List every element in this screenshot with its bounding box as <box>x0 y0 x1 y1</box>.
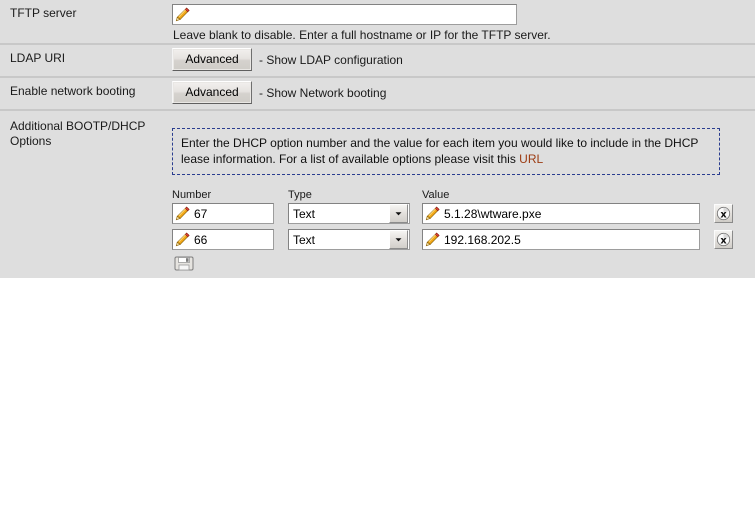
dhcp-info-text: Enter the DHCP option number and the val… <box>181 136 699 166</box>
pencil-icon <box>425 206 440 221</box>
dhcp-row-0-type-select[interactable]: Text <box>288 203 410 224</box>
dhcp-row-0-number-value: 67 <box>194 206 208 221</box>
network-booting-advanced-caption: - Show Network booting <box>259 85 387 100</box>
row-label-ldap-uri: LDAP URI <box>10 51 66 65</box>
ldap-advanced-caption: - Show LDAP configuration <box>259 52 403 67</box>
svg-text:x: x <box>720 235 727 246</box>
column-header-type: Type <box>288 189 312 201</box>
table-row: 67 Text 5.1.28\wtware.pxe x <box>172 203 755 224</box>
dhcp-row-0-action-cell: x <box>714 204 744 223</box>
delete-x-icon[interactable]: x <box>714 204 733 223</box>
dhcp-row-0-type-value: Text <box>293 206 316 221</box>
row-content-ldap-uri: Advanced - Show LDAP configuration <box>172 45 755 75</box>
tftp-server-input[interactable] <box>172 4 517 25</box>
network-booting-advanced-row: Advanced - Show Network booting <box>172 81 755 104</box>
dhcp-row-1-number-input[interactable]: 66 <box>172 229 274 250</box>
pencil-icon <box>425 232 440 247</box>
dhcp-row-0-number-input[interactable]: 67 <box>172 203 274 224</box>
chevron-down-icon[interactable] <box>389 204 408 223</box>
form-row-tftp-server: TFTP server Leave blank to disable. Ente… <box>0 0 755 45</box>
pencil-icon <box>175 232 190 247</box>
pencil-icon <box>175 7 190 22</box>
form-row-network-booting: Enable network booting Advanced - Show N… <box>0 78 755 111</box>
dhcp-options-grid-footer <box>172 255 755 272</box>
dhcp-row-0-value-cell: 5.1.28\wtware.pxe <box>422 203 700 224</box>
dhcp-row-0-value-input[interactable]: 5.1.28\wtware.pxe <box>422 203 700 224</box>
dhcp-row-0-number-cell: 67 <box>172 203 274 224</box>
row-label-dhcp-options: Additional BOOTP/DHCP Options <box>10 119 146 148</box>
form-row-dhcp-options: Additional BOOTP/DHCP Options Enter the … <box>0 111 755 276</box>
dhcp-row-1-type-select[interactable]: Text <box>288 229 410 250</box>
ldap-advanced-row: Advanced - Show LDAP configuration <box>172 48 755 71</box>
dhcp-row-1-value-input[interactable]: 192.168.202.5 <box>422 229 700 250</box>
dhcp-row-1-number-value: 66 <box>194 232 208 247</box>
row-content-tftp-server: Leave blank to disable. Enter a full hos… <box>172 0 755 46</box>
ldap-advanced-button[interactable]: Advanced <box>172 48 252 71</box>
dhcp-options-grid: Number Type Value 67 Text 5.1.28\wtware.… <box>172 189 755 272</box>
chevron-down-icon[interactable] <box>389 230 408 249</box>
dhcp-options-grid-header: Number Type Value <box>172 189 755 201</box>
dhcp-row-1-action-cell: x <box>714 230 744 249</box>
add-row-icon[interactable] <box>174 256 196 272</box>
row-label-network-booting: Enable network booting <box>10 84 136 98</box>
table-row: 66 Text 192.168.202.5 x <box>172 229 755 250</box>
delete-x-icon[interactable]: x <box>714 230 733 249</box>
dhcp-info-box: Enter the DHCP option number and the val… <box>172 128 720 175</box>
svg-text:x: x <box>720 209 727 220</box>
dhcp-row-1-value-cell: 192.168.202.5 <box>422 229 700 250</box>
column-header-value: Value <box>422 189 450 201</box>
network-booting-advanced-button[interactable]: Advanced <box>172 81 252 104</box>
row-content-network-booting: Advanced - Show Network booting <box>172 78 755 108</box>
dhcp-row-1-value-text: 192.168.202.5 <box>444 232 521 247</box>
dhcp-row-1-type-value: Text <box>293 232 316 247</box>
settings-panel: TFTP server Leave blank to disable. Ente… <box>0 0 755 278</box>
dhcp-row-0-type-cell: Text <box>288 203 410 224</box>
row-content-dhcp-options: Enter the DHCP option number and the val… <box>172 111 755 276</box>
dhcp-row-1-number-cell: 66 <box>172 229 274 250</box>
row-label-tftp-server: TFTP server <box>10 6 77 20</box>
dhcp-options-url-link[interactable]: URL <box>519 152 543 166</box>
form-row-ldap-uri: LDAP URI Advanced - Show LDAP configurat… <box>0 45 755 78</box>
column-header-number: Number <box>172 189 212 201</box>
pencil-icon <box>175 206 190 221</box>
dhcp-row-1-type-cell: Text <box>288 229 410 250</box>
tftp-server-hint: Leave blank to disable. Enter a full hos… <box>173 28 551 42</box>
column-header-action <box>714 189 744 201</box>
dhcp-row-0-value-text: 5.1.28\wtware.pxe <box>444 206 542 221</box>
